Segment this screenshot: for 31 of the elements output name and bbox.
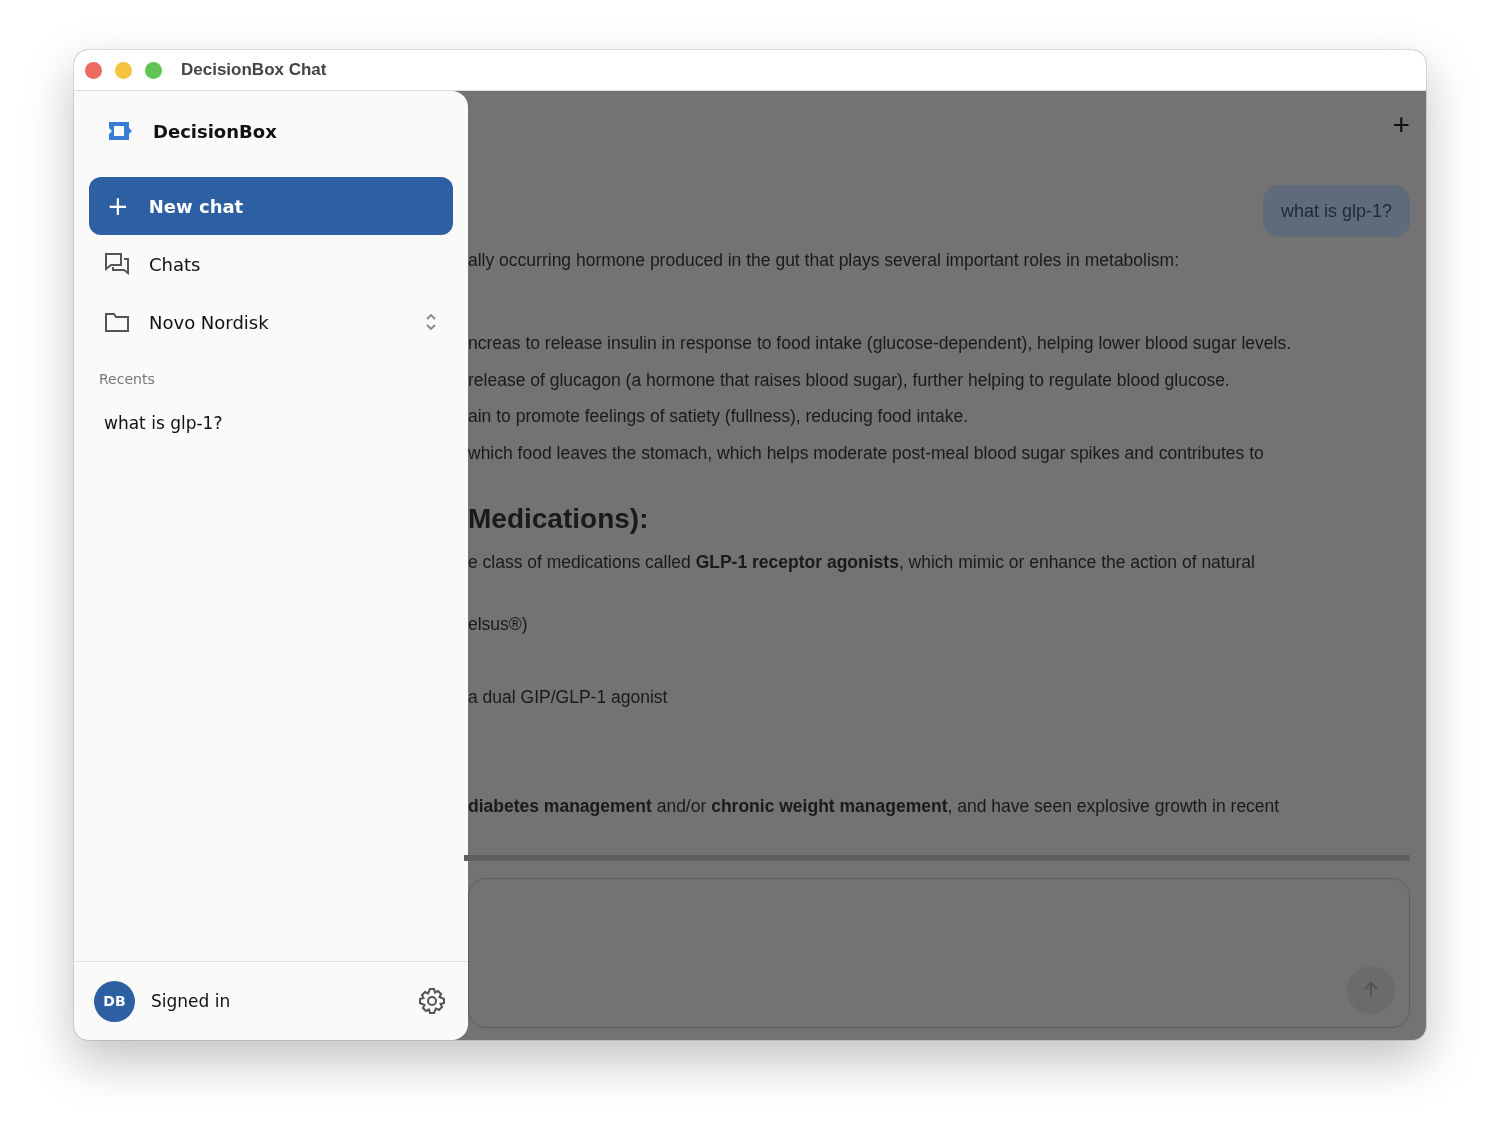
response-text: ncreas to release insulin in response to food intake (glucose-dependent), helping lower blood sugar levels. <box>468 332 1292 355</box>
response-text: a dual GIP/GLP-1 agonist <box>468 686 669 709</box>
expand-icon[interactable] <box>425 312 437 332</box>
response-text: e class of medications called GLP-1 receptor agonists, which mimic or enhance the action of natural <box>468 551 1256 574</box>
response-text: elsus®) <box>468 613 529 636</box>
response-text: diabetes management and/or chronic weight management, and have seen explosive growth in recent <box>468 795 1281 818</box>
close-button[interactable] <box>85 61 102 79</box>
message-input[interactable] <box>468 878 1410 1028</box>
sign-in-status: Signed in <box>151 991 232 1011</box>
chat-bubbles-icon <box>105 253 129 275</box>
recent-chat[interactable]: what is glp-1? <box>89 409 238 437</box>
minimize-button[interactable] <box>115 61 132 79</box>
response-text: ally occurring hormone produced in the gut that plays several important roles in metabolism: <box>468 249 1181 272</box>
folder-icon <box>105 312 129 332</box>
nav-item[interactable]: Chats <box>89 235 453 293</box>
response-text: release of glucagon (a hormone that raises blood sugar), further helping to regulate blood glucose. <box>468 369 1231 392</box>
zoom-button[interactable] <box>145 61 162 79</box>
logo-icon <box>109 122 133 140</box>
window-title: DecisionBox Chat <box>181 60 327 80</box>
recents-heading: Recents <box>98 371 156 387</box>
brand-name: DecisionBox <box>153 120 277 142</box>
new-chat-icon[interactable]: + <box>1392 111 1410 139</box>
response-text: which food leaves the stomach, which helps moderate post-meal blood sugar spikes and contributes to <box>468 442 1265 465</box>
user-message: what is glp-1? <box>1262 185 1410 237</box>
nav-item[interactable]: Novo Nordisk <box>89 293 453 351</box>
new-chat-button[interactable]: + New chat <box>89 177 453 235</box>
avatar[interactable]: DB <box>94 980 135 1022</box>
settings-icon[interactable] <box>418 987 446 1015</box>
send-button[interactable] <box>1347 966 1395 1014</box>
response-heading: Medications): <box>468 502 650 536</box>
response-text: ain to promote feelings of satiety (fullness), reducing food intake. <box>468 405 969 428</box>
